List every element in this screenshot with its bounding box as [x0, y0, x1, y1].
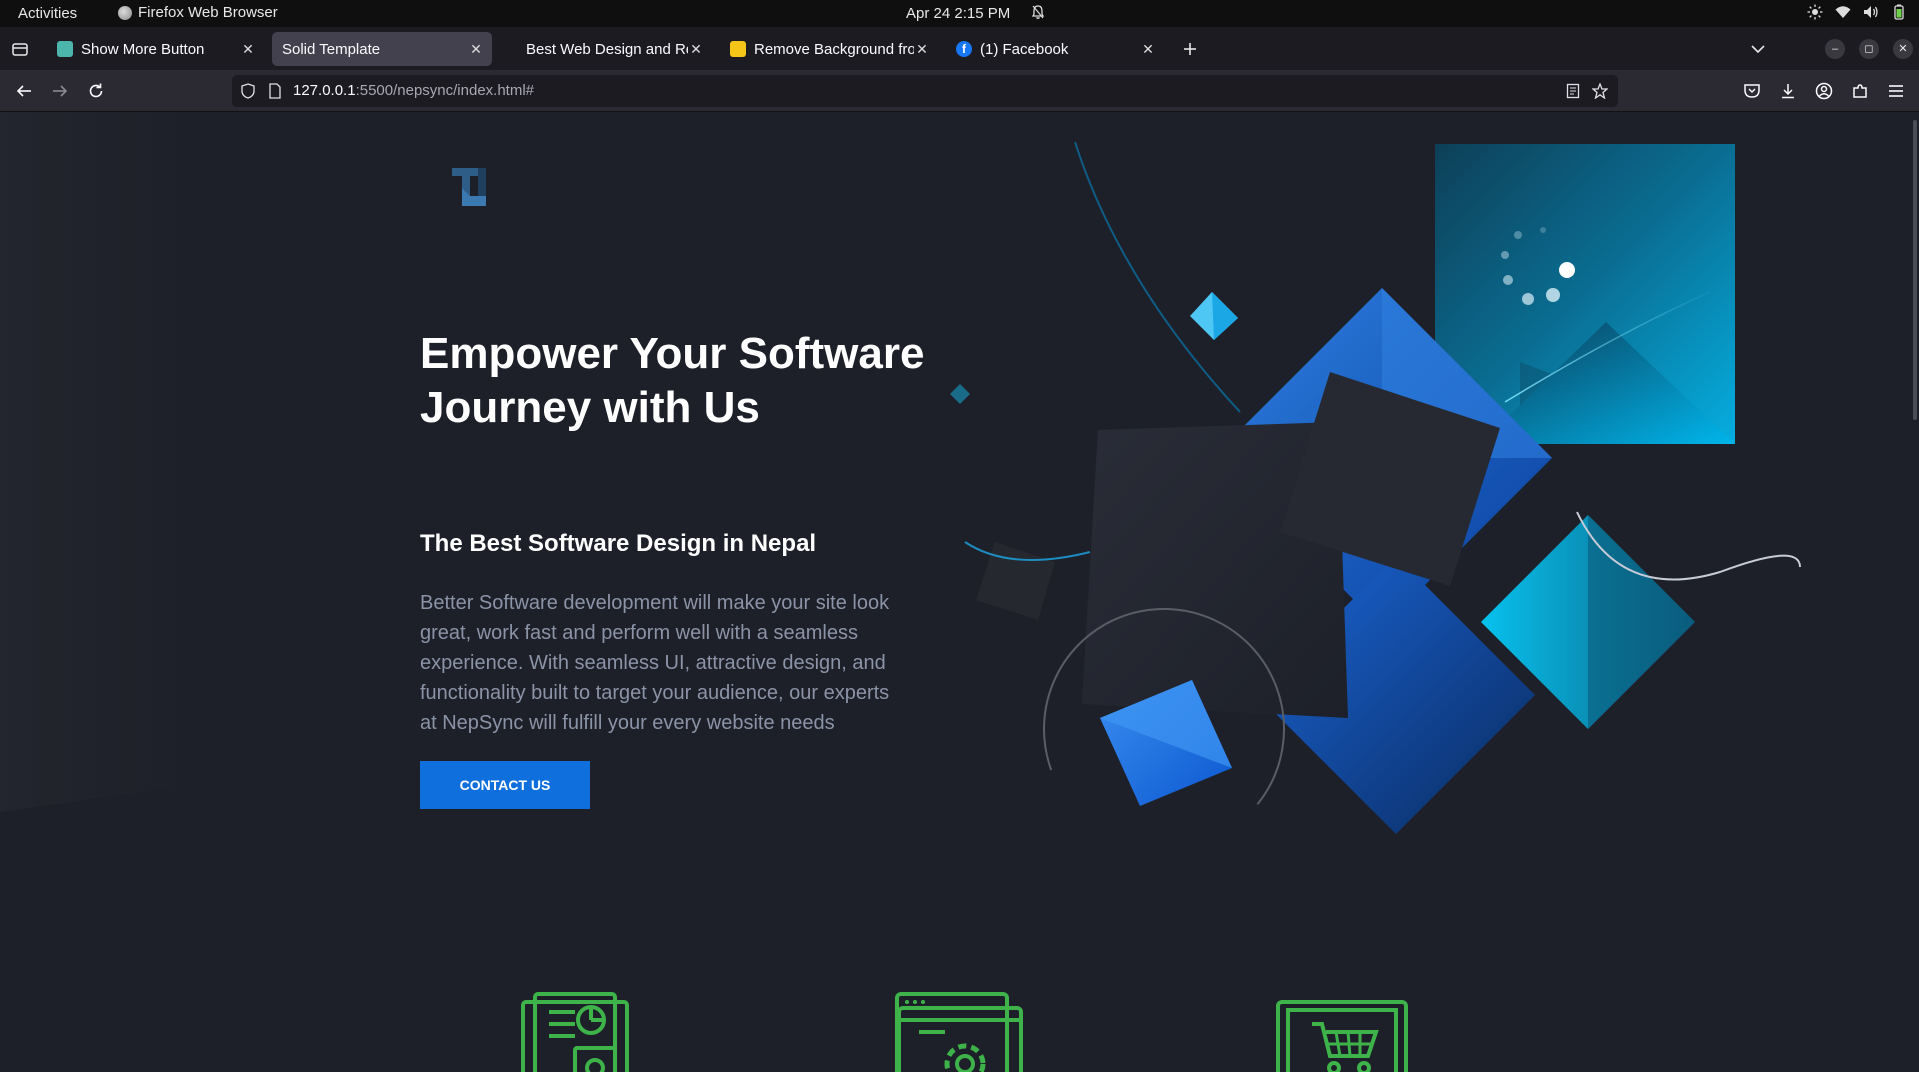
download-icon[interactable]	[1778, 81, 1798, 101]
yellow-logo-icon	[730, 41, 746, 57]
tab-facebook[interactable]: f (1) Facebook ✕	[946, 32, 1164, 66]
wifi-icon	[1835, 6, 1851, 18]
web-page: Empower Your Software Journey with Us Th…	[0, 112, 1919, 1072]
tab-title: (1) Facebook	[980, 40, 1069, 58]
analytics-report-icon	[521, 992, 629, 1072]
tab-title: Solid Template	[282, 40, 381, 58]
tab-strip: Show More Button ✕ Solid Template ✕ Best…	[0, 27, 1919, 70]
close-icon[interactable]: ✕	[1140, 41, 1156, 57]
page-scrollbar[interactable]	[1913, 120, 1917, 420]
app-name: Firefox Web Browser	[138, 4, 278, 21]
web-settings-gear-icon	[895, 992, 1023, 1072]
firefox-icon	[118, 5, 132, 20]
pocket-icon[interactable]	[1742, 81, 1762, 101]
page-icon	[57, 41, 73, 57]
nepsync-logo[interactable]	[448, 162, 494, 210]
brightness-icon	[1807, 4, 1823, 20]
clock[interactable]: Apr 24 2:15 PM	[906, 5, 1010, 22]
tab-remove-background[interactable]: Remove Background fro ✕	[720, 32, 938, 66]
url-host: 127.0.0.1	[293, 82, 356, 99]
tab-solid-template[interactable]: Solid Template ✕	[272, 32, 492, 66]
close-window-icon[interactable]: ✕	[1893, 39, 1913, 59]
shopping-cart-icon	[1276, 1000, 1408, 1072]
tab-overview-icon[interactable]	[10, 39, 30, 59]
app-menu[interactable]: Firefox Web Browser	[118, 4, 278, 21]
screen: Activities Firefox Web Browser Apr 24 2:…	[0, 0, 1919, 1072]
tab-title: Best Web Design and Re	[526, 40, 688, 58]
tab-title: Remove Background fro	[754, 40, 914, 58]
system-tray[interactable]	[1807, 4, 1907, 20]
reload-icon[interactable]	[86, 81, 106, 101]
system-top-bar: Activities Firefox Web Browser Apr 24 2:…	[0, 0, 1919, 27]
battery-icon	[1894, 4, 1904, 20]
restore-icon[interactable]: ◻	[1859, 39, 1879, 59]
forward-arrow-icon[interactable]	[50, 81, 70, 101]
notification-bell-icon[interactable]	[1030, 4, 1046, 20]
url-path: :5500/nepsync/index.html#	[355, 82, 535, 99]
address-bar[interactable]: 127.0.0.1:5500/nepsync/index.html#	[232, 75, 1618, 107]
extensions-puzzle-icon[interactable]	[1850, 81, 1870, 101]
url-text[interactable]: 127.0.0.1:5500/nepsync/index.html#	[293, 82, 534, 99]
page-info-icon[interactable]	[267, 83, 283, 99]
close-icon[interactable]: ✕	[914, 41, 930, 57]
navigation-toolbar: 127.0.0.1:5500/nepsync/index.html#	[0, 70, 1919, 112]
activities-button[interactable]: Activities	[18, 5, 77, 22]
hamburger-menu-icon[interactable]	[1886, 81, 1906, 101]
tab-show-more-button[interactable]: Show More Button ✕	[47, 32, 264, 66]
reader-view-icon[interactable]	[1565, 83, 1581, 99]
facebook-icon: f	[956, 41, 972, 57]
bookmark-star-icon[interactable]	[1592, 83, 1608, 99]
shield-icon[interactable]	[240, 83, 256, 99]
volume-icon	[1864, 6, 1878, 18]
close-icon[interactable]: ✕	[468, 41, 484, 57]
new-tab-plus-icon[interactable]	[1180, 39, 1200, 59]
list-all-tabs-chevron-down-icon[interactable]	[1748, 39, 1768, 59]
back-arrow-icon[interactable]	[14, 81, 34, 101]
minimize-icon[interactable]: –	[1825, 39, 1845, 59]
hero-description: Better Software development will make yo…	[420, 592, 890, 734]
close-icon[interactable]: ✕	[240, 41, 256, 57]
hero-illustration	[950, 141, 1801, 850]
account-icon[interactable]	[1814, 81, 1834, 101]
contact-us-button[interactable]: CONTACT US	[420, 761, 590, 809]
hero-title: Empower Your Software Journey with Us	[420, 329, 925, 432]
close-icon[interactable]: ✕	[688, 41, 704, 57]
tab-best-web-design[interactable]: Best Web Design and Re ✕	[516, 32, 712, 66]
hero-subtitle: The Best Software Design in Nepal	[420, 530, 817, 557]
tab-title: Show More Button	[81, 40, 205, 58]
